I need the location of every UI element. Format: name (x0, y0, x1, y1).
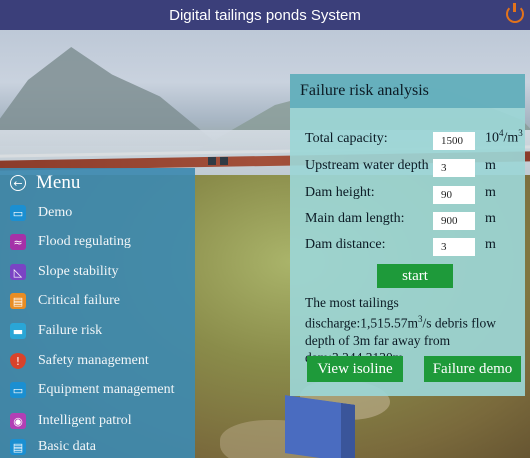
dam-height-label: Dam height: (305, 185, 375, 200)
dam-distance-input[interactable] (433, 238, 475, 256)
main-dam-length-label: Main dam length: (305, 211, 405, 226)
main-dam-length-unit: m (485, 211, 496, 226)
menu-item-safety-management[interactable]: ! Safety management (10, 350, 149, 372)
main-dam-length-input[interactable] (433, 212, 475, 230)
menu-item-label: Critical failure (38, 293, 121, 308)
title-bar: Digital tailings ponds System (0, 0, 530, 30)
app-title: Digital tailings ponds System (169, 6, 361, 24)
total-capacity-unit: 104/m3 (485, 128, 523, 146)
dam-height-input[interactable] (433, 186, 475, 204)
menu-item-label: Intelligent patrol (38, 413, 132, 428)
chart-icon: ▤ (10, 293, 26, 309)
patrol-icon: ◉ (10, 413, 26, 429)
menu-item-label: Basic data (38, 439, 96, 454)
menu-item-intelligent-patrol[interactable]: ◉ Intelligent patrol (10, 410, 132, 432)
menu-item-label: Safety management (38, 353, 149, 368)
menu-item-label: Flood regulating (38, 234, 131, 249)
document-icon: ▤ (10, 439, 26, 455)
view-isoline-button[interactable]: View isoline (307, 356, 403, 382)
menu-item-label: Demo (38, 205, 73, 220)
total-capacity-input[interactable] (433, 132, 475, 150)
failure-demo-button[interactable]: Failure demo (424, 356, 521, 382)
dam-distance-unit: m (485, 237, 496, 252)
monitor-icon: ▭ (10, 205, 26, 221)
menu-item-label: Slope stability (38, 264, 119, 279)
alert-shield-icon: ! (10, 353, 26, 369)
menu-item-equipment-management[interactable]: ▭ Equipment management (10, 379, 174, 401)
upstream-water-depth-label: Upstream water depth : (305, 158, 437, 173)
waves-icon: ≈ (10, 234, 26, 250)
upstream-water-depth-input[interactable] (433, 159, 475, 177)
dam-distance-label: Dam distance: (305, 237, 386, 252)
upstream-water-depth-unit: m (485, 158, 496, 173)
slope-icon: ◺ (10, 264, 26, 280)
menu-item-flood-regulating[interactable]: ≈ Flood regulating (10, 231, 131, 253)
panel-title: Failure risk analysis (300, 82, 429, 99)
building-model (285, 395, 355, 458)
gate-structure (220, 157, 228, 165)
menu-item-failure-risk[interactable]: ▬ Failure risk (10, 320, 102, 342)
menu-title: Menu (36, 172, 81, 193)
start-button[interactable]: start (377, 264, 453, 288)
result-text: The most tailings discharge:1,515.57m3/s… (305, 295, 496, 365)
power-icon[interactable] (506, 3, 524, 23)
dam-height-unit: m (485, 185, 496, 200)
menu-item-critical-failure[interactable]: ▤ Critical failure (10, 290, 120, 312)
menu-item-demo[interactable]: ▭ Demo (10, 202, 72, 224)
menu-item-label: Failure risk (38, 323, 103, 338)
gate-structure (208, 157, 216, 165)
menu-header[interactable]: ← Menu (10, 172, 80, 194)
menu-item-slope-stability[interactable]: ◺ Slope stability (10, 261, 119, 283)
folder-icon: ▬ (10, 323, 26, 339)
menu-item-label: Equipment management (38, 382, 175, 397)
desktop-icon: ▭ (10, 382, 26, 398)
arrow-left-circle-icon[interactable]: ← (10, 175, 26, 191)
menu-item-basic-data[interactable]: ▤ Basic data (10, 436, 96, 458)
total-capacity-label: Total capacity: (305, 131, 388, 146)
